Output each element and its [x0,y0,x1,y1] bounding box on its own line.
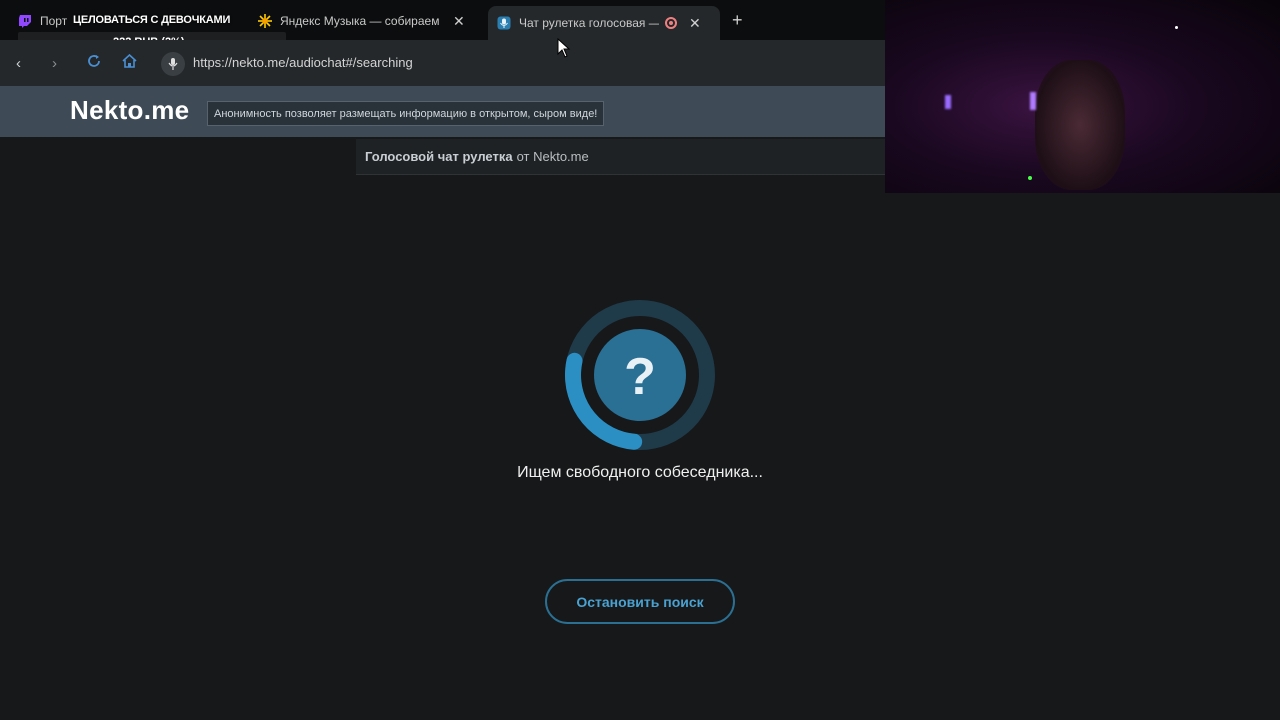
yandex-music-icon [258,14,272,28]
chat-type-subheader: Голосовой чат рулетка от Nekto.me [356,139,885,175]
chat-type-source: от Nekto.me [516,149,589,164]
stop-search-button[interactable]: Остановить поиск [545,579,735,624]
microphone-icon [497,16,511,30]
site-info-microphone-icon[interactable] [161,52,185,76]
white-led [1175,26,1178,29]
tab-yandex-music[interactable]: Яндекс Музыка — собираем м ✕ [258,6,478,36]
recording-icon [665,17,677,29]
chat-type-title: Голосовой чат рулетка [365,149,513,164]
question-mark-icon: ? [624,348,656,406]
address-bar-url[interactable]: https://nekto.me/audiochat#/searching [193,55,413,70]
site-logo[interactable]: Nekto.me [70,95,189,126]
green-led [1028,176,1032,180]
tab-title: Чат рулетка голосовая — [519,16,659,30]
webcam-overlay [885,0,1280,193]
close-tab-icon[interactable]: ✕ [453,13,465,30]
screen: Порт Яндекс Музыка — собираем м ✕ Чат ру… [0,0,1280,720]
rgb-light [945,95,951,109]
stream-goal-title: ЦЕЛОВАТЬСЯ С ДЕВОЧКАМИ [73,14,231,26]
close-tab-icon[interactable]: ✕ [689,15,701,32]
reload-icon[interactable] [87,54,101,72]
tab-nekto-active[interactable]: Чат рулетка голосовая — ✕ [488,6,720,40]
twitch-icon [18,14,32,28]
back-icon[interactable]: ‹ [16,55,21,72]
home-icon[interactable] [122,53,137,72]
search-spinner: ? [565,300,715,450]
streamer-silhouette [1035,60,1125,190]
rgb-light [1030,92,1036,110]
search-status-text: Ищем свободного собеседника... [517,464,763,481]
new-tab-plus-icon[interactable]: + [732,10,743,31]
tab-title: Порт [40,14,68,28]
mouse-cursor-icon [557,38,571,58]
tab-title: Яндекс Музыка — собираем м [280,14,443,28]
site-slogan: Анонимность позволяет размещать информац… [207,101,605,126]
forward-icon[interactable]: › [52,55,57,72]
